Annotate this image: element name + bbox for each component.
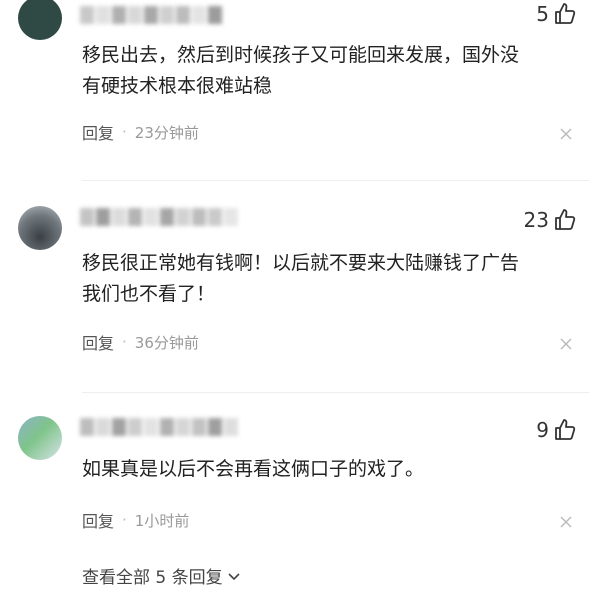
thumbs-up-icon [555,209,576,230]
timestamp: 1小时前 [134,511,190,530]
like-count: 23 [523,208,549,232]
reply-button[interactable]: 回复 [82,330,114,354]
like-button[interactable]: 5 [536,2,577,26]
username-blurred[interactable] [80,6,222,24]
comment-text-line: 我们也不看了！ [82,283,216,305]
divider [82,392,589,393]
comment-text-line: 如果真是以后不会再看这俩口子的戏了。 [82,458,425,480]
view-all-replies-button[interactable]: 查看全部 5 条回复 [82,563,241,588]
avatar[interactable] [18,206,62,250]
reply-button[interactable]: 回复 [82,120,114,144]
view-all-replies-label: 查看全部 5 条回复 [82,568,223,588]
like-button[interactable]: 23 [524,208,577,232]
avatar[interactable] [18,0,62,40]
chevron-down-icon [228,572,240,580]
like-button[interactable]: 9 [536,418,577,442]
timestamp: 23分钟前 [134,123,199,142]
like-count: 9 [536,418,549,442]
separator-dot: · [122,333,127,351]
separator-dot: · [122,511,127,529]
username-blurred[interactable] [80,208,238,226]
comment-text-line: 移民很正常她有钱啊！以后就不要来大陆赚钱了广告 [82,252,520,274]
comment-text-line: 移民出去，然后到时候孩子又可能回来发展，国外没 [82,44,520,66]
close-icon[interactable] [559,127,573,141]
reply-button[interactable]: 回复 [82,508,114,532]
close-icon[interactable] [559,337,573,351]
divider [82,180,589,181]
close-icon[interactable] [559,515,573,529]
like-count: 5 [536,2,549,26]
thumbs-up-icon [555,3,576,24]
timestamp: 36分钟前 [134,333,199,352]
username-blurred[interactable] [80,418,238,436]
avatar[interactable] [18,416,62,460]
thumbs-up-icon [555,419,576,440]
separator-dot: · [122,123,127,141]
comment-text-line: 有硬技术根本很难站稳 [82,75,273,97]
